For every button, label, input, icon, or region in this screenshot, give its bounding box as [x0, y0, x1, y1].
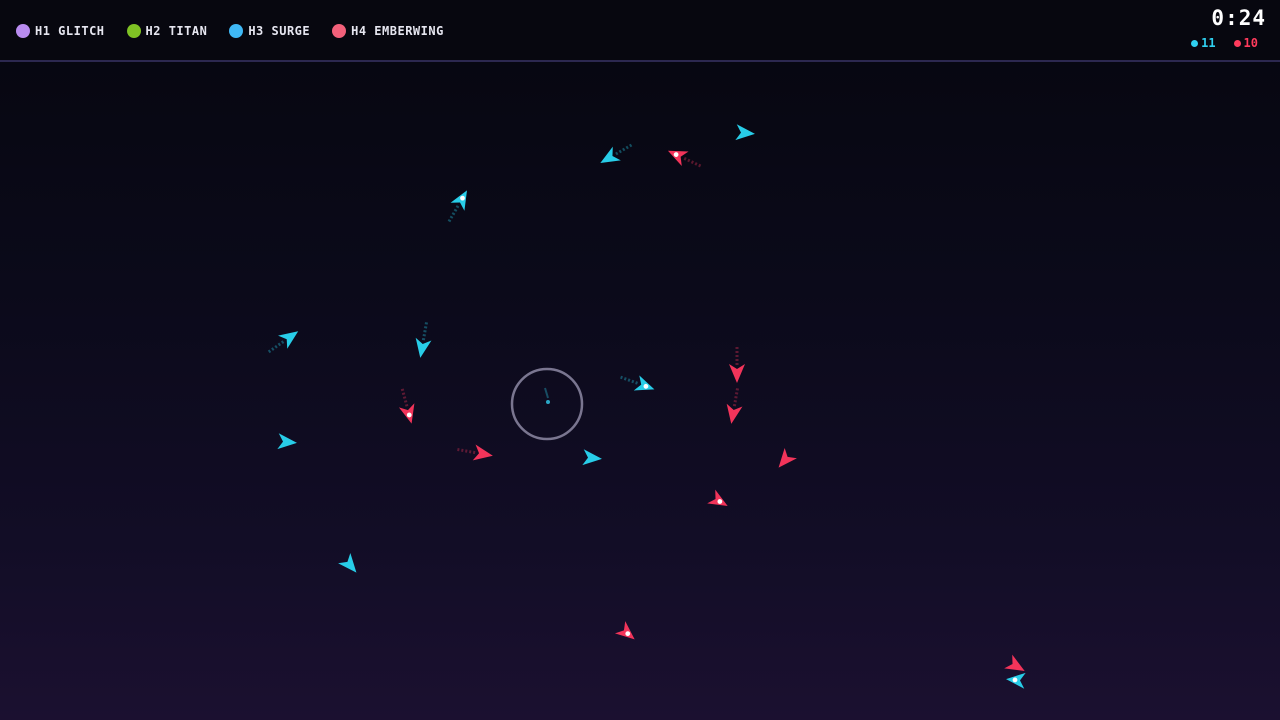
- cyan-ship-trail: [615, 143, 633, 156]
- red-team-dot: [1233, 39, 1241, 47]
- legend-hero-2[interactable]: H2 TITAN: [126, 24, 208, 38]
- cyan-ship: [447, 190, 467, 223]
- hero-3-label: H3 SURGE: [248, 24, 311, 38]
- hero-legend: H1 GLITCH H2 TITAN H3 SURGE H4 EMBERWING: [16, 24, 444, 38]
- ring-center-trail: [544, 387, 549, 399]
- cyan-ship: [620, 375, 655, 391]
- cyan-team-dot: [1191, 39, 1199, 47]
- cyan-ship: [415, 322, 432, 358]
- team-scores: 11 10: [1191, 36, 1258, 50]
- hero-1-label: H1 GLITCH: [35, 24, 105, 38]
- cyan-score-value: 11: [1201, 36, 1216, 50]
- arena[interactable]: [0, 0, 1280, 720]
- red-ship-hull: [729, 364, 745, 383]
- cyan-score: 11: [1191, 36, 1216, 50]
- red-ship: [457, 444, 493, 461]
- red-ship-trail: [457, 448, 476, 455]
- cyan-ship: [582, 449, 602, 466]
- cyan-ship-trail: [447, 205, 460, 223]
- red-ship: [707, 489, 728, 506]
- legend-hero-1[interactable]: H1 GLITCH: [16, 24, 105, 38]
- red-ship: [1004, 654, 1025, 671]
- cyan-ship: [267, 331, 299, 354]
- legend-hero-4[interactable]: H4 EMBERWING: [332, 24, 444, 38]
- hero-3-color-dot: [229, 24, 244, 38]
- hero-2-label: H2 TITAN: [145, 24, 208, 38]
- ring-center-unit: [546, 400, 550, 404]
- hero-2-color-dot: [126, 24, 141, 38]
- red-ship-hull: [472, 444, 493, 461]
- cyan-ship: [338, 552, 357, 573]
- red-ship: [778, 447, 797, 468]
- match-timer: 0:24: [1211, 6, 1266, 30]
- hud-bar: H1 GLITCH H2 TITAN H3 SURGE H4 EMBERWING…: [0, 0, 1280, 62]
- hero-4-color-dot: [332, 24, 347, 38]
- cyan-ship-hull: [415, 337, 432, 358]
- red-ship: [729, 347, 745, 383]
- cyan-ship-hull: [277, 433, 297, 450]
- red-score: 10: [1233, 36, 1258, 50]
- red-ship-trail: [732, 388, 739, 407]
- hero-4-label: H4 EMBERWING: [351, 24, 444, 38]
- red-ship-trail: [400, 388, 409, 407]
- cyan-ship: [1006, 672, 1026, 689]
- hero-1-color-dot: [16, 24, 30, 38]
- red-ship: [614, 621, 635, 640]
- red-ship: [726, 388, 743, 424]
- capture-ring: [510, 367, 584, 441]
- cyan-ship-trail: [421, 322, 428, 341]
- cyan-ship-hull: [600, 146, 621, 163]
- cyan-ship: [277, 433, 297, 450]
- red-ship-hull: [726, 403, 743, 424]
- red-ship-hull: [1004, 654, 1025, 671]
- red-ship-trail: [683, 157, 702, 168]
- ship-layer: [267, 124, 1026, 689]
- cyan-ship-trail: [620, 375, 638, 385]
- cyan-ship-trail: [267, 340, 285, 354]
- cyan-ship-hull: [582, 449, 602, 466]
- red-score-value: 10: [1243, 36, 1258, 50]
- red-ship-hull: [778, 447, 797, 468]
- cyan-ship: [735, 124, 755, 141]
- red-ship: [667, 150, 702, 168]
- cyan-ship-hull: [338, 552, 357, 573]
- cyan-ship: [600, 143, 633, 163]
- cyan-ship-hull: [278, 331, 299, 349]
- legend-hero-3[interactable]: H3 SURGE: [229, 24, 310, 38]
- game-stage[interactable]: H1 GLITCH H2 TITAN H3 SURGE H4 EMBERWING…: [0, 0, 1280, 720]
- cyan-ship-hull: [735, 124, 755, 141]
- red-ship: [398, 388, 415, 424]
